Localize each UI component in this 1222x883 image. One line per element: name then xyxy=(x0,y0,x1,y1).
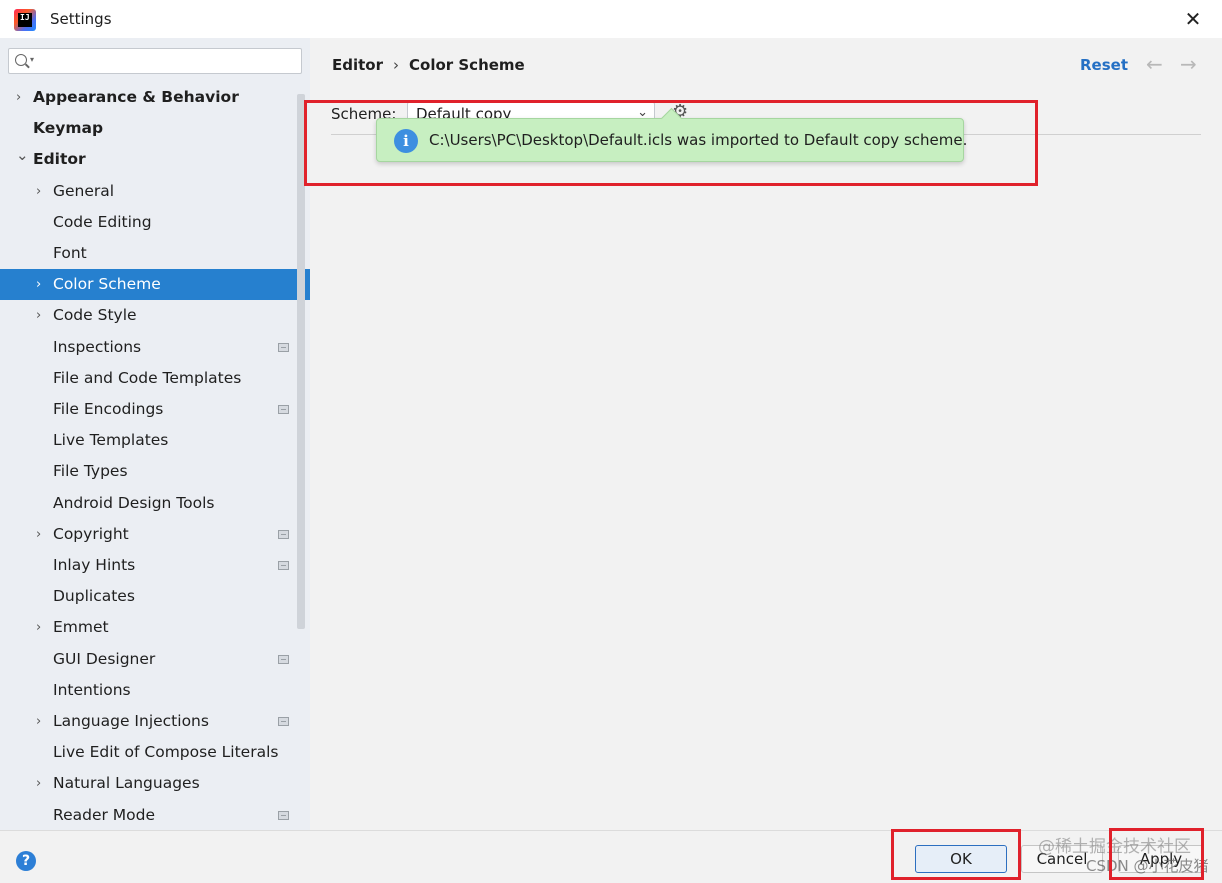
sidebar-item-label: Code Style xyxy=(53,306,137,324)
annotation-box-apply xyxy=(1109,828,1204,880)
sidebar-item-language-injections[interactable]: › Language Injections xyxy=(0,706,310,737)
search-options-chevron-icon[interactable]: ▾ xyxy=(30,55,34,64)
sidebar-item-label: Android Design Tools xyxy=(53,494,215,512)
sidebar-item-label: File and Code Templates xyxy=(53,369,242,387)
sidebar-item-appearance-behavior[interactable]: › Appearance & Behavior xyxy=(0,82,310,113)
sidebar-item-android-design-tools[interactable]: Android Design Tools xyxy=(0,488,310,519)
breadcrumb-current: Color Scheme xyxy=(409,56,525,74)
annotation-box-notification xyxy=(304,100,1038,186)
sidebar-item-copyright[interactable]: › Copyright xyxy=(0,519,310,550)
sidebar-item-label: Inspections xyxy=(53,338,142,356)
sidebar-item-label: Code Editing xyxy=(53,213,152,231)
sidebar-item-natural-languages[interactable]: › Natural Languages xyxy=(0,768,310,799)
sidebar-item-label: Copyright xyxy=(53,525,129,543)
sidebar-item-inspections[interactable]: Inspections xyxy=(0,332,310,363)
sidebar-item-label: Reader Mode xyxy=(53,806,156,824)
help-icon[interactable]: ? xyxy=(16,851,36,871)
chevron-right-icon[interactable]: › xyxy=(16,82,28,113)
sidebar-item-inlay-hints[interactable]: Inlay Hints xyxy=(0,550,310,581)
sidebar-item-file-and-code-templates[interactable]: File and Code Templates xyxy=(0,363,310,394)
project-level-icon xyxy=(278,811,289,820)
sidebar-item-label: GUI Designer xyxy=(53,650,156,668)
sidebar-item-label: Inlay Hints xyxy=(53,556,136,574)
sidebar-item-label: Editor xyxy=(33,150,86,168)
sidebar-item-label: Emmet xyxy=(53,618,109,636)
sidebar-item-label: Appearance & Behavior xyxy=(33,88,239,106)
sidebar-item-label: Intentions xyxy=(53,681,131,699)
sidebar-item-label: Keymap xyxy=(33,119,104,137)
sidebar-item-label: Live Templates xyxy=(53,431,169,449)
sidebar-item-label: General xyxy=(53,182,115,200)
chevron-right-icon[interactable]: › xyxy=(36,176,48,207)
project-level-icon xyxy=(278,655,289,664)
sidebar-item-label: Font xyxy=(53,244,87,262)
sidebar-item-file-types[interactable]: File Types xyxy=(0,456,310,487)
project-level-icon xyxy=(278,343,289,352)
chevron-down-icon[interactable]: ⌄ xyxy=(16,140,29,171)
sidebar-item-intentions[interactable]: Intentions xyxy=(0,675,310,706)
project-level-icon xyxy=(278,530,289,539)
title-bar: IJ Settings ✕ xyxy=(0,0,1222,38)
sidebar-item-live-edit-of-compose-literals[interactable]: Live Edit of Compose Literals xyxy=(0,737,310,768)
sidebar-item-label: Duplicates xyxy=(53,587,135,605)
sidebar-item-live-templates[interactable]: Live Templates xyxy=(0,425,310,456)
forward-arrow-icon[interactable]: → xyxy=(1180,52,1197,76)
project-level-icon xyxy=(278,561,289,570)
chevron-right-icon[interactable]: › xyxy=(36,269,48,300)
reset-link[interactable]: Reset xyxy=(1080,56,1128,74)
settings-sidebar: ▾ › Appearance & Behavior Keymap ⌄ Editor › Ge… xyxy=(0,38,310,830)
sidebar-item-label: File Types xyxy=(53,462,128,480)
chevron-right-icon[interactable]: › xyxy=(36,519,48,550)
dialog-button-bar: ? OK Cancel Apply @稀土掘金技术社区 CSDN @小花皮猪 xyxy=(0,830,1222,883)
sidebar-item-label: Language Injections xyxy=(53,712,209,730)
annotation-box-ok xyxy=(891,829,1021,880)
project-level-icon xyxy=(278,405,289,414)
search-icon xyxy=(15,54,27,66)
sidebar-item-duplicates[interactable]: Duplicates xyxy=(0,581,310,612)
chevron-right-icon[interactable]: › xyxy=(36,300,48,331)
sidebar-item-reader-mode[interactable]: Reader Mode xyxy=(0,800,310,830)
sidebar-item-keymap[interactable]: Keymap xyxy=(0,113,310,144)
sidebar-item-general[interactable]: › General xyxy=(0,176,310,207)
sidebar-item-label: Color Scheme xyxy=(53,275,161,293)
window-title: Settings xyxy=(50,10,112,28)
intellij-logo-icon: IJ xyxy=(14,9,36,31)
search-input[interactable]: ▾ xyxy=(8,48,302,74)
sidebar-item-file-encodings[interactable]: File Encodings xyxy=(0,394,310,425)
project-level-icon xyxy=(278,717,289,726)
sidebar-item-label: Live Edit of Compose Literals xyxy=(53,743,279,761)
sidebar-item-label: File Encodings xyxy=(53,400,164,418)
chevron-right-icon[interactable]: › xyxy=(36,768,48,799)
close-icon[interactable]: ✕ xyxy=(1178,6,1208,32)
sidebar-item-editor[interactable]: ⌄ Editor xyxy=(0,144,310,175)
breadcrumb-separator: › xyxy=(393,56,399,74)
breadcrumb-parent[interactable]: Editor xyxy=(332,56,383,74)
sidebar-item-gui-designer[interactable]: GUI Designer xyxy=(0,644,310,675)
back-arrow-icon[interactable]: ← xyxy=(1146,52,1163,76)
chevron-right-icon[interactable]: › xyxy=(36,706,48,737)
sidebar-item-label: Natural Languages xyxy=(53,774,200,792)
sidebar-item-code-style[interactable]: › Code Style xyxy=(0,300,310,331)
breadcrumb: Editor › Color Scheme xyxy=(332,56,525,74)
chevron-right-icon[interactable]: › xyxy=(36,612,48,643)
sidebar-item-color-scheme[interactable]: › Color Scheme xyxy=(0,269,310,300)
sidebar-item-code-editing[interactable]: Code Editing xyxy=(0,207,310,238)
sidebar-item-font[interactable]: Font xyxy=(0,238,310,269)
sidebar-item-emmet[interactable]: › Emmet xyxy=(0,612,310,643)
